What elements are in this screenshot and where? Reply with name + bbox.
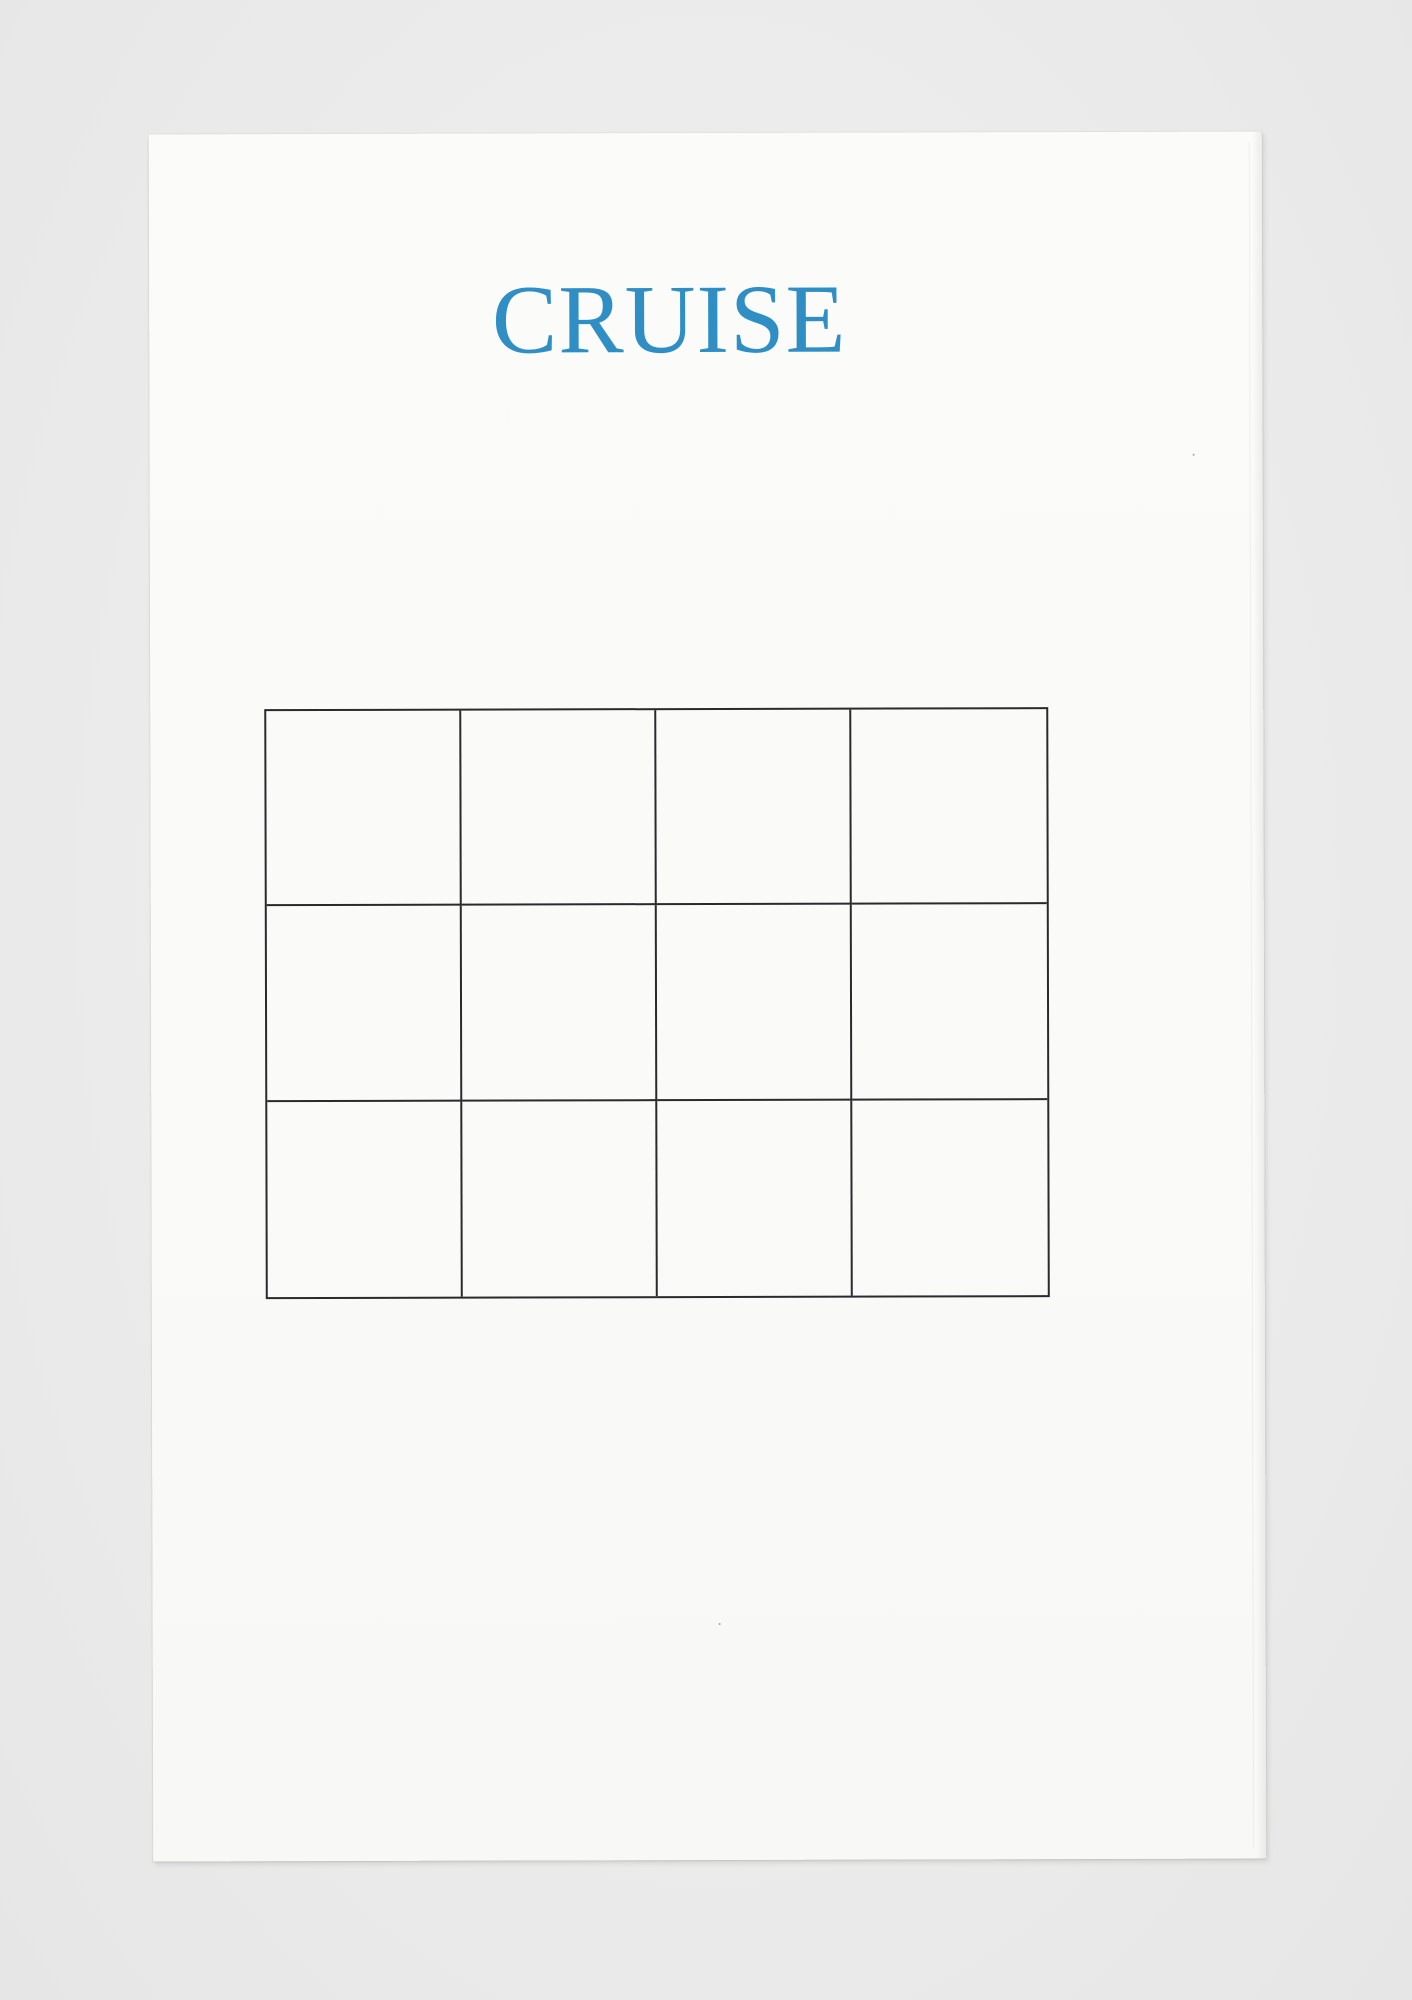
booklet-cover: CRUISE [148,131,1267,1862]
grid-cell [657,1100,853,1297]
grid-cell [462,1100,658,1297]
grid-cell [852,1100,1048,1296]
grid-cell [267,1101,463,1298]
grid-cell [461,905,658,1102]
grid-cell [851,709,1047,905]
paper-speck [718,1622,721,1625]
grid-cell [656,904,853,1101]
grid-cell [656,709,852,906]
blank-grid [264,707,1050,1300]
cover-title: CRUISE [491,265,847,375]
paper-speck [1192,453,1195,456]
grid-cell [266,905,463,1102]
grid-cell [266,710,462,907]
grid-cell [461,710,657,906]
grid-cell [851,904,1048,1101]
